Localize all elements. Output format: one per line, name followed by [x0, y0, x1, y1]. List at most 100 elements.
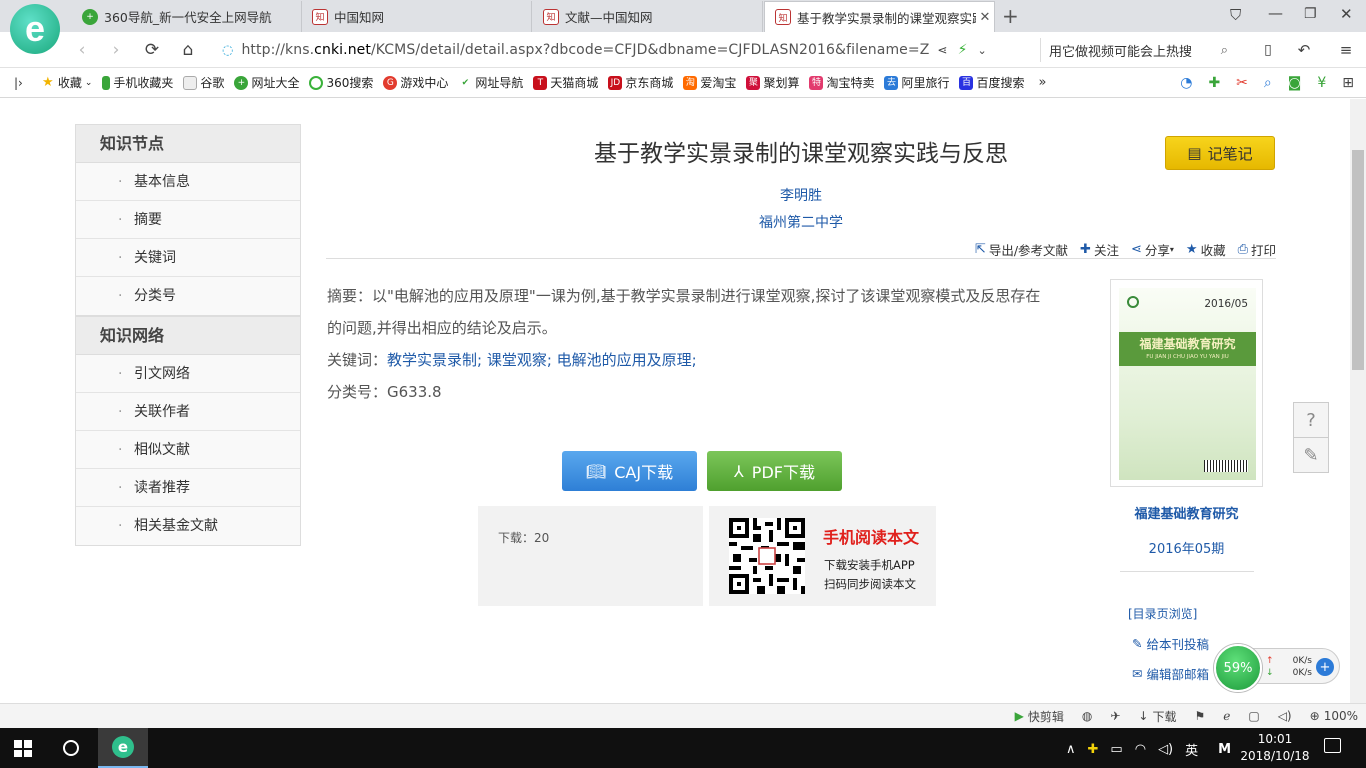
video-clip-button[interactable]: ▶ 快剪辑 [1015, 708, 1064, 725]
email-link[interactable]: ✉ 编辑部邮箱 [1132, 664, 1209, 683]
search-icon[interactable]: ⌕ [1264, 75, 1272, 91]
nav-item-related-authors[interactable]: 关联作者 [76, 393, 300, 431]
refresh-icon[interactable]: ⟳ [140, 38, 164, 62]
phone-icon[interactable]: ▯ [1256, 38, 1280, 62]
add-icon[interactable]: + [1316, 658, 1334, 676]
pin-icon[interactable]: ✈ [1110, 709, 1120, 723]
home-icon[interactable]: ⌂ [176, 38, 200, 62]
battery-icon[interactable]: ▭ [1110, 742, 1122, 757]
notifications-icon[interactable] [1324, 738, 1341, 753]
tab-360-nav[interactable]: + 360导航_新一代安全上网导航 [72, 1, 302, 32]
bookmark-item[interactable]: 聚聚划算 [746, 74, 799, 91]
tray-expand-icon[interactable]: ∧ [1066, 742, 1076, 757]
message-icon[interactable]: ◔ [1180, 75, 1192, 91]
bookmark-item[interactable]: 手机收藏夹 [102, 74, 173, 91]
search-input[interactable]: 用它做视频可能会上热搜 ⌕ [1040, 38, 1232, 62]
help-icon[interactable]: ? [1293, 402, 1329, 438]
volume-icon[interactable]: ◁) [1158, 742, 1173, 757]
bookmark-item[interactable]: 谷歌 [183, 74, 224, 91]
nav-item-classification[interactable]: 分类号 [76, 277, 300, 315]
qr-code-icon[interactable] [729, 518, 805, 594]
favorite-button[interactable]: ★ 收藏 [1186, 240, 1226, 259]
shirt-skin-icon[interactable]: ⛉ [1230, 6, 1241, 24]
minimize-icon[interactable]: — [1268, 4, 1283, 22]
bookmark-item[interactable]: T 天猫商城 [533, 74, 598, 91]
menu-icon[interactable]: ≡ [1334, 38, 1358, 62]
money-icon[interactable]: ¥ [1317, 75, 1326, 91]
translate-icon[interactable]: ✚ [1208, 75, 1220, 91]
game-controller-icon[interactable]: ◙ [1288, 75, 1302, 91]
journal-cover[interactable]: 2016/05 福建基础教育研究 FU JIAN JI CHU JIAO YU … [1110, 279, 1263, 487]
pdf-download-button[interactable]: ⅄ PDF下载 [707, 451, 842, 491]
network-percent-badge[interactable]: 59% [1214, 644, 1262, 692]
search-icon[interactable]: ⌕ [1221, 43, 1228, 58]
caj-download-button[interactable]: 📖︎ CAJ下载 [562, 451, 697, 491]
print-button[interactable]: ⎙ 打印 [1238, 240, 1276, 259]
close-tab-icon[interactable]: ✕ [976, 10, 994, 25]
nav-item-reader-recommend[interactable]: 读者推荐 [76, 469, 300, 507]
organization-link[interactable]: 福州第二中学 [326, 212, 1276, 232]
export-button[interactable]: ⇱ 导出/参考文献 [975, 240, 1068, 259]
clock[interactable]: 10:01 2018/10/18 [1238, 731, 1312, 765]
tab-cnki[interactable]: 知 中国知网 [302, 1, 532, 32]
nav-item-citation-network[interactable]: 引文网络 [76, 355, 300, 393]
cortana-icon[interactable] [63, 740, 79, 756]
nav-item-keywords[interactable]: 关键词 [76, 239, 300, 277]
share-button[interactable]: ⋖ 分享 ▾ [1131, 240, 1174, 259]
toc-browse-link[interactable]: [目录页浏览] [1128, 605, 1197, 622]
ime-language[interactable]: 英 [1185, 740, 1198, 759]
bookmark-item[interactable]: + 网址大全 [234, 74, 299, 91]
apps-grid-icon[interactable]: ⊞ [1342, 75, 1354, 91]
close-window-icon[interactable]: ✕ [1340, 5, 1353, 23]
scrollbar-thumb[interactable] [1352, 150, 1364, 370]
bookmark-item[interactable]: JD 京东商城 [608, 74, 673, 91]
tab-cnki-docs[interactable]: 知 文献—中国知网 [533, 1, 763, 32]
more-bookmarks-icon[interactable]: » [1039, 75, 1047, 90]
author-link[interactable]: 李明胜 [326, 185, 1276, 205]
submit-link[interactable]: ✎ 给本刊投稿 [1132, 634, 1209, 653]
chevron-down-icon[interactable]: ⌄ [978, 44, 987, 57]
window-icon[interactable]: ▢ [1248, 709, 1259, 723]
zoom-button[interactable]: ⊕ 100% [1310, 709, 1358, 723]
volume-icon[interactable]: ◁) [1278, 709, 1292, 723]
bookmark-item[interactable]: 百百度搜索 [959, 74, 1025, 91]
bookmark-item[interactable]: ✔ 网址导航 [458, 74, 524, 91]
nav-item-basic-info[interactable]: 基本信息 [76, 163, 300, 201]
edit-pencil-icon[interactable]: ✎ [1293, 437, 1329, 473]
undo-icon[interactable]: ↶ [1292, 38, 1316, 62]
restore-icon[interactable]: ❐ [1304, 6, 1317, 22]
share-icon[interactable]: ⋖ [937, 43, 947, 57]
address-bar[interactable]: ◌ http://kns. cnki.net/KCMS/detail/detail… [222, 38, 1030, 62]
nav-item-similar-docs[interactable]: 相似文献 [76, 431, 300, 469]
browser-logo-icon[interactable]: e [10, 4, 60, 54]
sidebar-toggle-icon[interactable]: |› [14, 76, 23, 90]
bookmark-item[interactable]: ★ 收藏 ⌄ [41, 74, 92, 91]
download-button[interactable]: ↓ 下载 [1138, 708, 1176, 725]
new-tab-icon[interactable]: + [1002, 4, 1019, 28]
ime-mode[interactable]: M [1218, 742, 1231, 757]
nav-item-abstract[interactable]: 摘要 [76, 201, 300, 239]
scissors-icon[interactable]: ✂ [1236, 75, 1248, 91]
journal-issue-link[interactable]: 2016年05期 [1110, 538, 1263, 557]
bookmark-item[interactable]: 特淘宝特卖 [809, 74, 874, 91]
bookmark-item[interactable]: 去阿里旅行 [884, 74, 949, 91]
flag-icon[interactable]: ⚑ [1194, 709, 1205, 723]
speed-icon[interactable]: ◍ [1082, 709, 1092, 723]
taskbar-browser-button[interactable]: e [98, 728, 148, 768]
take-notes-button[interactable]: ▤ 记笔记 [1165, 136, 1275, 170]
tray-360-icon[interactable]: ✚ [1088, 742, 1099, 757]
lightning-icon[interactable]: ⚡ [958, 42, 968, 58]
keywords-links[interactable]: 教学实景录制; 课堂观察; 电解池的应用及原理; [387, 351, 697, 369]
ie-icon[interactable]: ℯ [1223, 709, 1230, 723]
back-icon[interactable]: ‹ [70, 38, 94, 62]
wifi-icon[interactable]: ◠ [1135, 742, 1146, 757]
tab-article[interactable]: 知 基于教学实景录制的课堂观察实践与反思 ✕ [764, 1, 995, 32]
forward-icon[interactable]: › [104, 38, 128, 62]
bookmark-item[interactable]: 淘爱淘宝 [683, 74, 736, 91]
nav-item-fund-docs[interactable]: 相关基金文献 [76, 507, 300, 545]
bookmark-item[interactable]: G 游戏中心 [383, 74, 448, 91]
journal-name-link[interactable]: 福建基础教育研究 [1110, 503, 1263, 522]
windows-start-icon[interactable] [14, 740, 32, 757]
follow-button[interactable]: ✚ 关注 [1080, 240, 1119, 259]
bookmark-item[interactable]: 360搜索 [309, 74, 373, 91]
